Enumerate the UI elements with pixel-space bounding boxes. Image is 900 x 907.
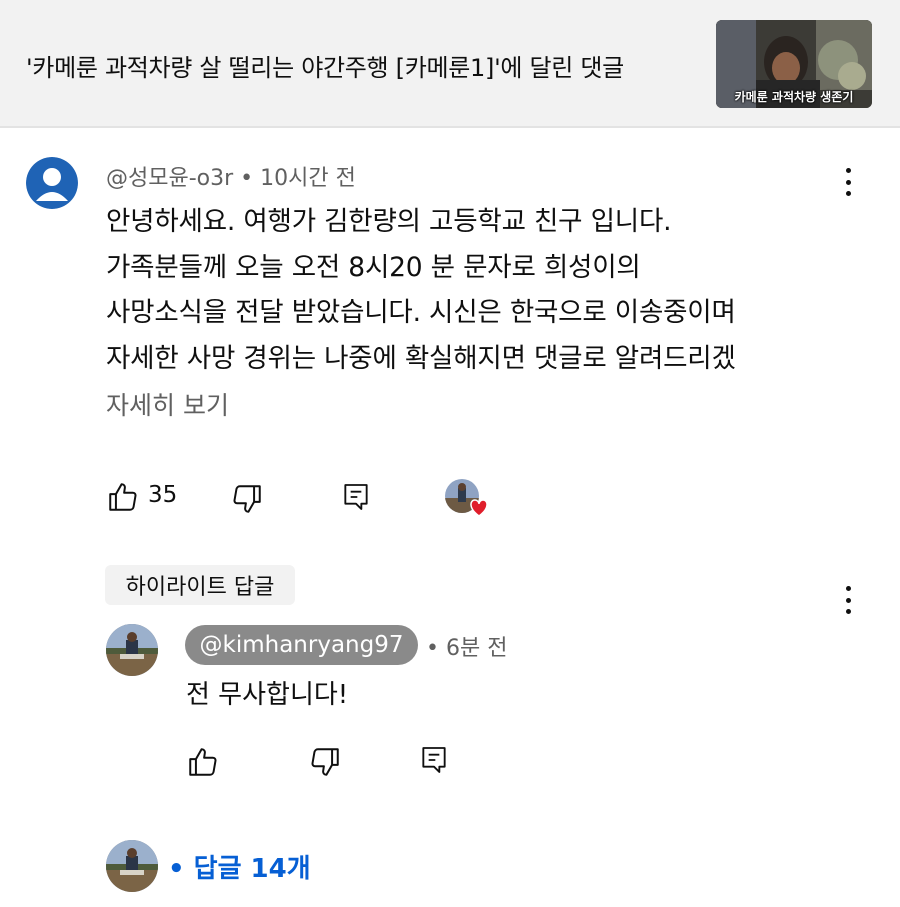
heart-icon — [470, 499, 488, 517]
meta-separator: • — [240, 166, 261, 191]
comment-line: 사망소식을 전달 받았습니다. 시신은 한국으로 이송중이며 — [106, 297, 736, 328]
thumbnail-caption: 카메룬 과적차량 생존기 — [734, 90, 854, 104]
creator-heart-badge — [444, 478, 492, 518]
commenter-avatar[interactable] — [26, 157, 78, 209]
more-vert-icon — [845, 168, 851, 173]
replies-avatar — [106, 840, 158, 892]
default-avatar-icon — [26, 157, 78, 209]
reply-author-handle[interactable]: @kimhanryang97 — [185, 625, 418, 665]
comment-text: 안녕하세요. 여행가 김한량의 고등학교 친구 입니다. 가족분들께 오늘 오전… — [106, 199, 836, 381]
like-icon[interactable] — [106, 480, 140, 514]
comment-author[interactable]: @성모윤-o3r — [106, 166, 233, 191]
read-more-link[interactable]: 자세히 보기 — [106, 386, 229, 422]
comment-meta: @성모윤-o3r • 10시간 전 — [106, 160, 356, 192]
like-count: 35 — [148, 482, 178, 508]
more-vert-icon — [845, 586, 851, 591]
comment-line: 가족분들께 오늘 오전 8시20 분 문자로 희성이의 — [106, 251, 641, 283]
reply-time: • 6분 전 — [426, 636, 508, 661]
reply-avatar[interactable] — [106, 624, 158, 676]
comment-context-header[interactable]: '카메룬 과적차량 살 떨리는 야간주행 [카메룬1]'에 달린 댓글 카메룬 … — [0, 0, 900, 128]
highlighted-reply-chip: 하이라이트 답글 — [105, 565, 295, 605]
reply-text: 전 무사합니다! — [186, 680, 349, 710]
reply-more-button[interactable] — [836, 582, 860, 618]
comment-line: 자세한 사망 경위는 나중에 확실해지면 댓글로 알려드리겠 — [106, 342, 736, 374]
dislike-icon[interactable] — [308, 745, 342, 779]
comment-time: 10시간 전 — [260, 166, 356, 191]
video-title[interactable]: '카메룬 과적차량 살 떨리는 야간주행 [카메룬1]'에 달린 댓글 — [26, 48, 624, 83]
reply-icon[interactable] — [340, 480, 372, 514]
view-replies-link[interactable]: • 답글 14개 — [168, 848, 311, 885]
reply-icon[interactable] — [418, 743, 450, 777]
like-icon[interactable] — [186, 745, 220, 779]
comment-line: 안녕하세요. 여행가 김한량의 고등학교 친구 입니다. — [106, 206, 672, 237]
video-thumbnail[interactable]: 카메룬 과적차량 생존기 — [716, 20, 872, 108]
dislike-icon[interactable] — [230, 482, 264, 516]
comment-more-button[interactable] — [836, 164, 860, 200]
